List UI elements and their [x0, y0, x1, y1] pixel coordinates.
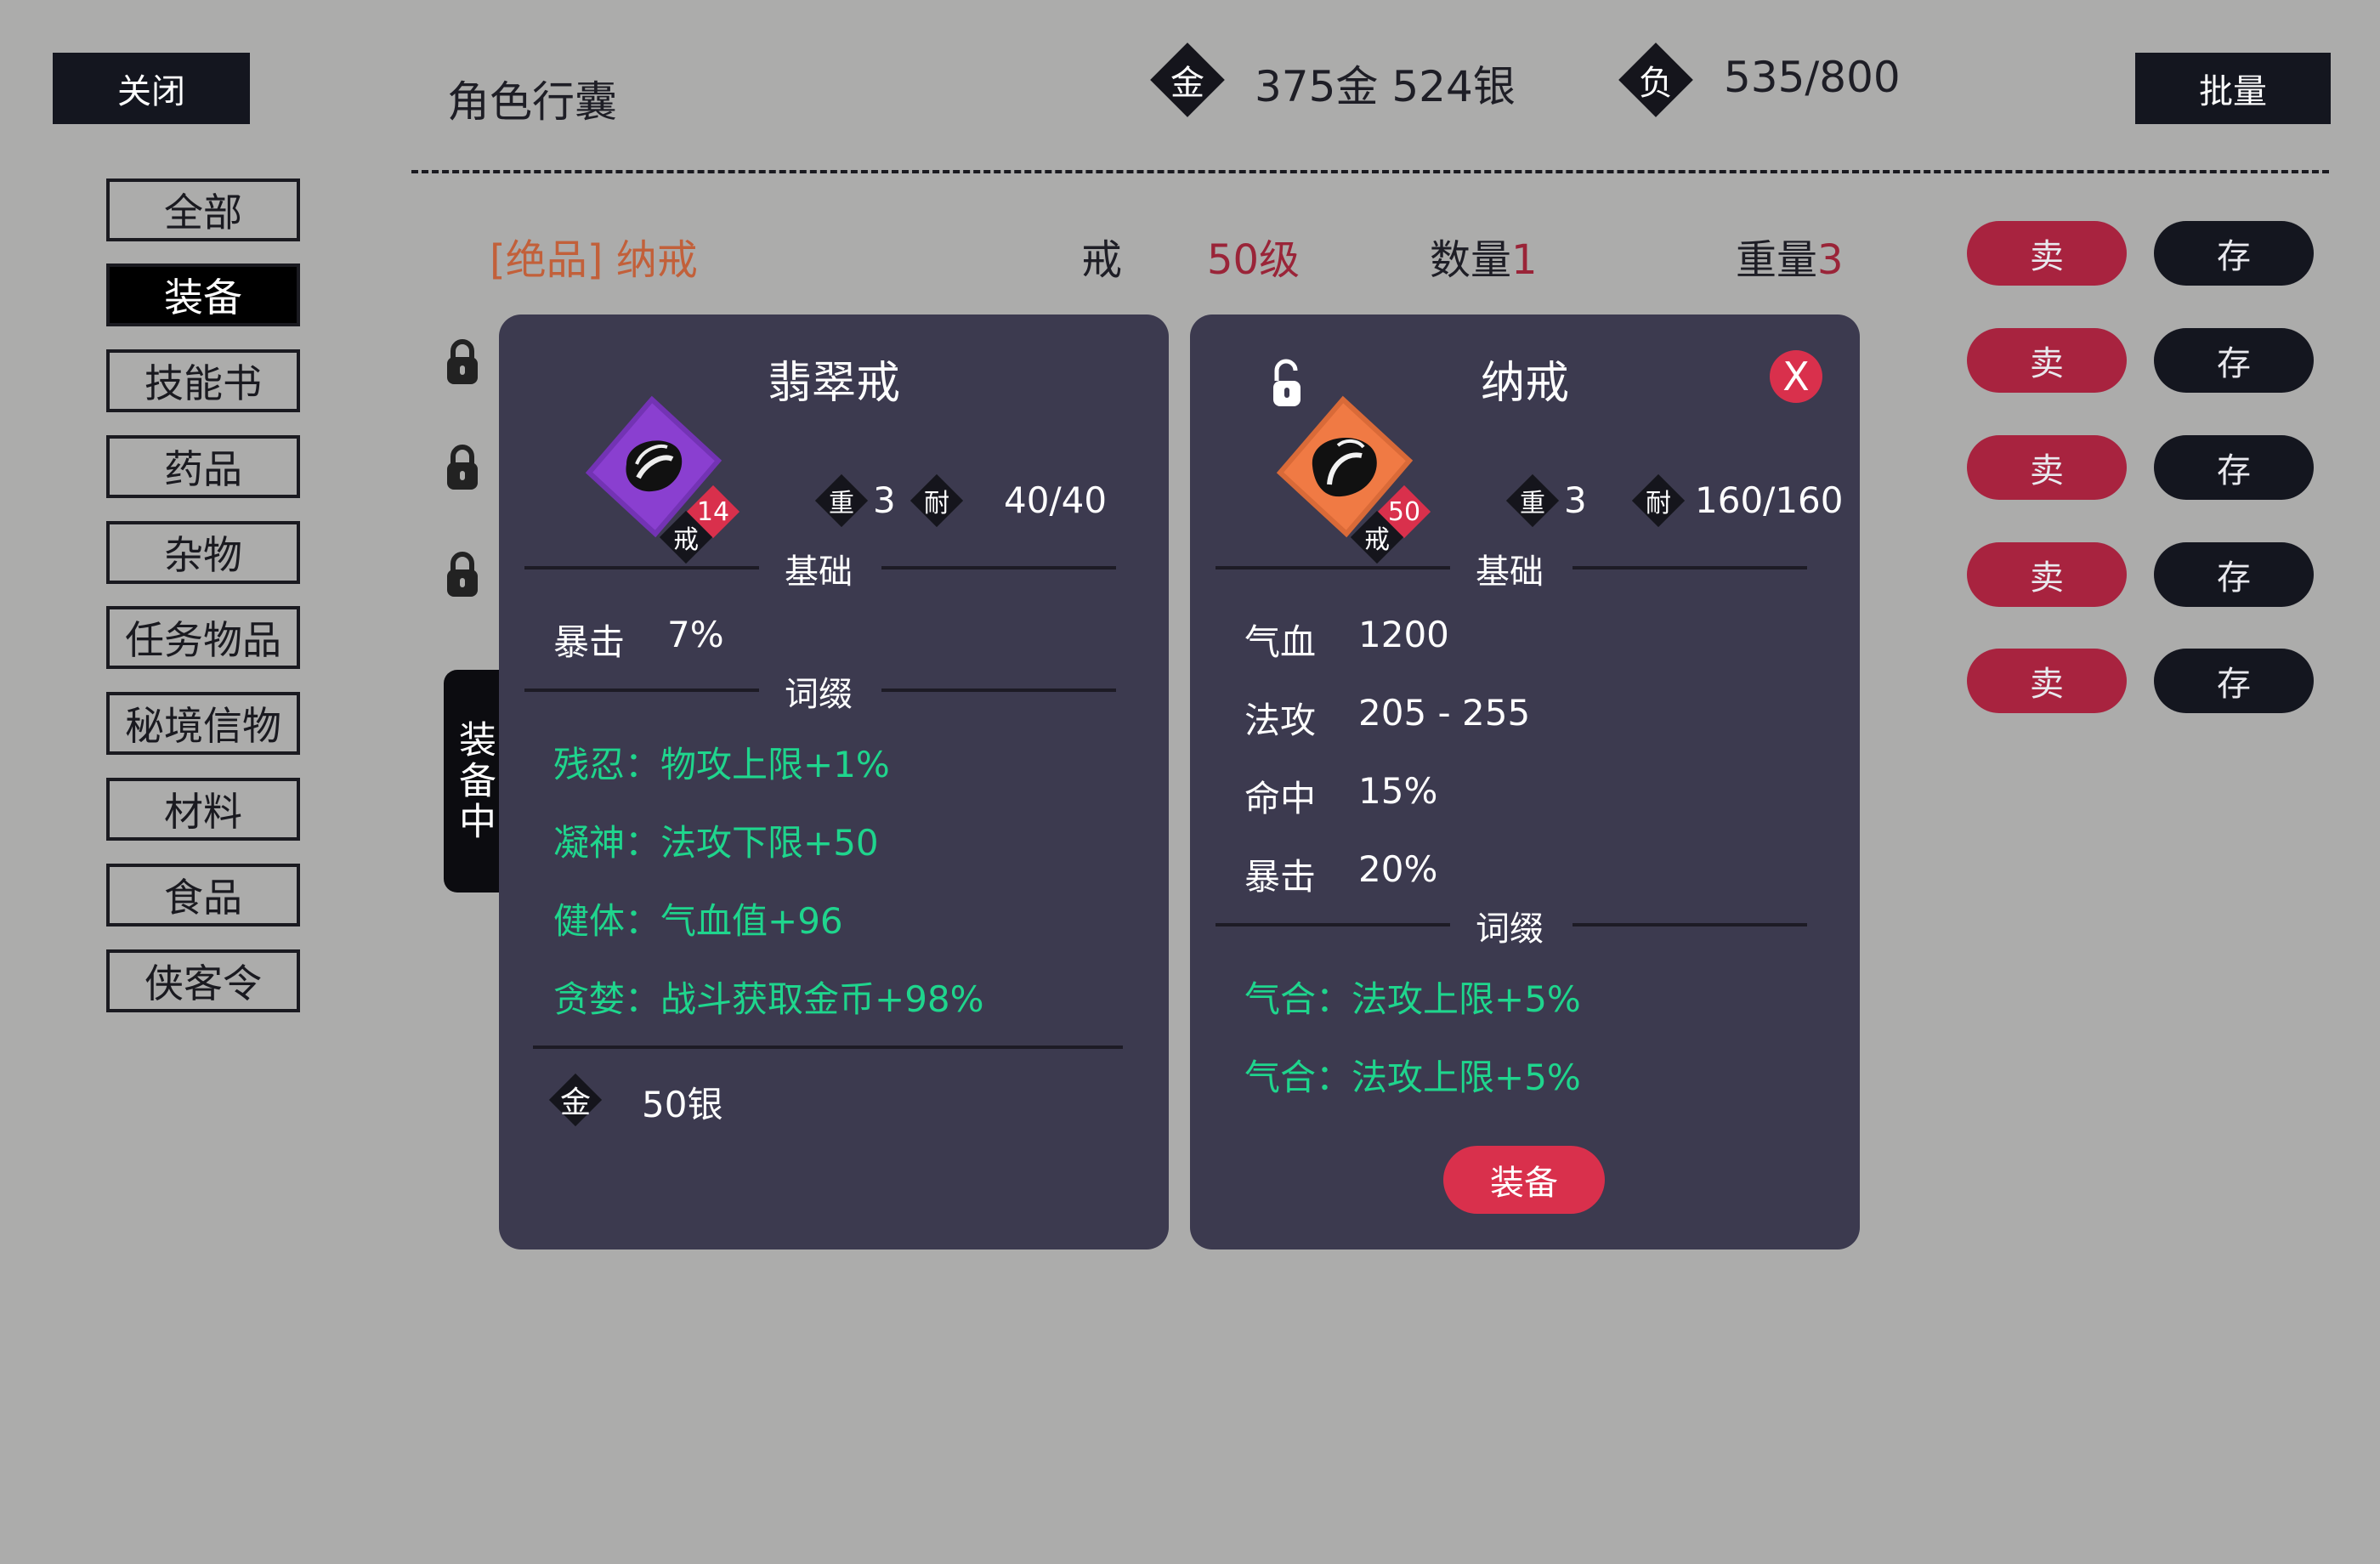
weight-icon: 重 [1505, 473, 1560, 528]
quantity-value: 1 [1511, 236, 1538, 284]
equipped-item-panel: 翡翠戒 14 戒 重 3 耐 40/40 基础 暴击 7% 词缀 残忍：物攻上限… [499, 314, 1169, 1250]
lock-icon[interactable] [445, 338, 479, 386]
durability-value: 40/40 [1004, 479, 1108, 521]
stat-value: 20% [1358, 848, 1438, 890]
item-quantity: 数量1 [1430, 226, 1538, 286]
weight-value: 3 [873, 479, 896, 521]
price-icon: 金 [545, 1069, 606, 1130]
equipped-tab: 装备中 [444, 670, 503, 892]
equipped-tab-label: 装备中 [452, 720, 496, 842]
divider [1572, 923, 1807, 926]
section-base: 基础 [785, 552, 853, 592]
category-materials[interactable]: 材料 [106, 778, 300, 841]
stat-label: 气血 [1244, 621, 1317, 663]
close-icon[interactable]: X [1770, 350, 1822, 403]
sell-button[interactable]: 卖 [1967, 542, 2127, 607]
weight-icon: 重 [814, 473, 869, 528]
category-potions[interactable]: 药品 [106, 435, 300, 498]
compare-item-panel: 纳戒 X 50 戒 重 3 耐 160/160 基础 气血 1200 法攻 20… [1190, 314, 1860, 1250]
sell-button[interactable]: 卖 [1967, 328, 2127, 393]
stat-value: 15% [1358, 770, 1438, 812]
gold-amount: 375金 524银 [1255, 62, 1516, 111]
stat-value: 1200 [1358, 614, 1449, 655]
ring-icon: 14 戒 [567, 382, 740, 564]
category-quest-items[interactable]: 任务物品 [106, 606, 300, 669]
category-secret-tokens[interactable]: 秘境信物 [106, 692, 300, 755]
category-misc[interactable]: 杂物 [106, 521, 300, 584]
weight-label: 重量 [1736, 236, 1818, 284]
type-badge: 戒 [1364, 525, 1390, 555]
durability-icon: 耐 [1631, 473, 1686, 528]
store-button[interactable]: 存 [2154, 435, 2314, 500]
header-divider [411, 170, 2329, 173]
type-badge: 戒 [673, 525, 699, 555]
sell-button[interactable]: 卖 [1967, 221, 2127, 286]
equip-button[interactable]: 装备 [1443, 1146, 1605, 1214]
store-button[interactable]: 存 [2154, 328, 2314, 393]
divider [881, 688, 1116, 692]
item-level: 50级 [1207, 236, 1300, 284]
stat-value: 205 - 255 [1358, 692, 1531, 734]
weight-icon: 负 [1618, 42, 1693, 117]
category-food[interactable]: 食品 [106, 864, 300, 926]
stat-label: 暴击 [553, 621, 626, 663]
category-equipment[interactable]: 装备 [106, 264, 300, 326]
gold-icon: 金 [1150, 42, 1225, 117]
durability-value: 160/160 [1695, 479, 1844, 521]
sell-button[interactable]: 卖 [1967, 649, 2127, 713]
page-title: 角色行囊 [447, 77, 617, 127]
store-button[interactable]: 存 [2154, 542, 2314, 607]
divider [1216, 566, 1450, 570]
item-type: 戒 [1081, 236, 1123, 284]
item-name: [绝品] 纳戒 [490, 236, 698, 284]
weight-value: 3 [1817, 236, 1844, 284]
category-hero-tokens[interactable]: 侠客令 [106, 949, 300, 1012]
divider [533, 1046, 1123, 1049]
batch-button[interactable]: 批量 [2135, 53, 2331, 124]
lock-icon[interactable] [445, 551, 479, 598]
affix-line: 贪婪：战斗获取金币+98% [553, 978, 984, 1020]
lock-icon[interactable] [445, 444, 479, 491]
stat-label: 暴击 [1244, 856, 1317, 898]
divider [524, 566, 759, 570]
weight-value: 3 [1564, 479, 1587, 521]
divider [1216, 923, 1450, 926]
stat-value: 7% [667, 614, 724, 655]
category-all[interactable]: 全部 [106, 178, 300, 241]
durability-icon: 耐 [910, 473, 964, 528]
carry-weight: 535/800 [1724, 53, 1901, 102]
stat-label: 法攻 [1244, 700, 1317, 741]
stat-label: 命中 [1244, 778, 1317, 819]
affix-line: 凝神：法攻下限+50 [553, 822, 879, 864]
affix-line: 残忍：物攻上限+1% [553, 744, 890, 785]
category-skill-books[interactable]: 技能书 [106, 349, 300, 412]
divider [524, 688, 759, 692]
affix-line: 气合：法攻上限+5% [1244, 978, 1581, 1020]
item-weight: 重量3 [1736, 226, 1844, 286]
store-button[interactable]: 存 [2154, 649, 2314, 713]
divider [881, 566, 1116, 570]
section-affix: 词缀 [1476, 910, 1544, 949]
divider [1572, 566, 1807, 570]
affix-line: 气合：法攻上限+5% [1244, 1057, 1581, 1098]
affix-line: 健体：气血值+96 [553, 900, 843, 942]
section-base: 基础 [1476, 552, 1544, 592]
close-button[interactable]: 关闭 [53, 53, 250, 124]
section-affix: 词缀 [785, 675, 853, 714]
ring-icon: 50 戒 [1258, 382, 1431, 564]
store-button[interactable]: 存 [2154, 221, 2314, 286]
sell-button[interactable]: 卖 [1967, 435, 2127, 500]
sell-price: 50银 [642, 1084, 723, 1125]
quantity-label: 数量 [1430, 236, 1512, 284]
